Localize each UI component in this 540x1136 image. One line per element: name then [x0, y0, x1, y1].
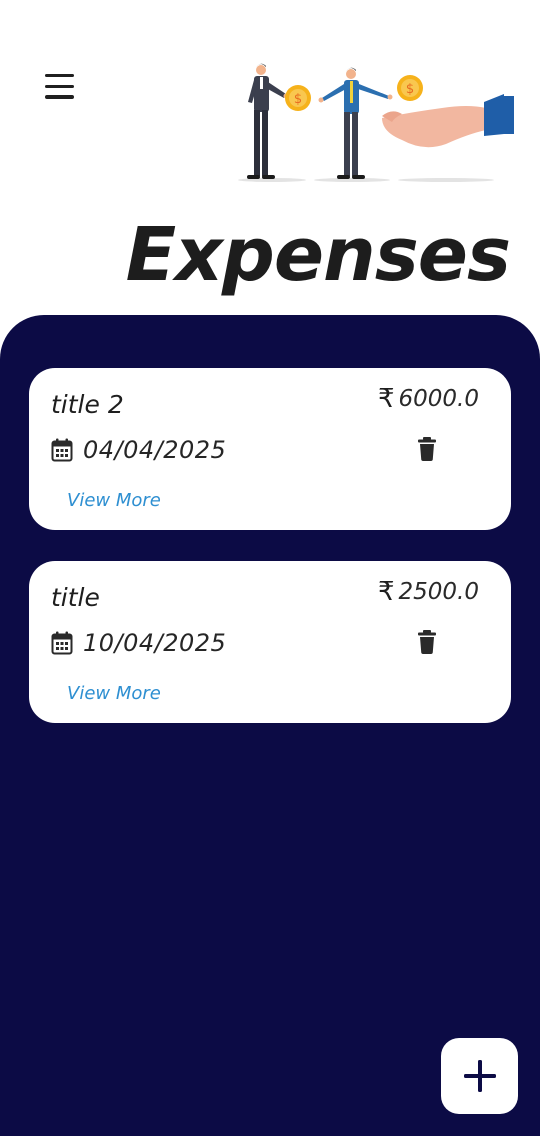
date-text: 04/04/2025 — [83, 436, 227, 464]
calendar-icon — [51, 631, 73, 655]
amount-value: 2500.0 — [398, 579, 479, 605]
business-people-exchanging-money-illustration: $ $ — [238, 63, 514, 182]
expense-date: 04/04/2025 — [51, 436, 226, 464]
expense-date: 10/04/2025 — [51, 629, 226, 657]
menu-button[interactable] — [45, 74, 77, 102]
svg-text:$: $ — [294, 92, 302, 107]
page-title: Expenses — [125, 212, 511, 298]
expense-title: title 2 — [51, 390, 124, 419]
trash-icon — [418, 630, 436, 654]
trash-icon — [418, 437, 436, 461]
view-more-link[interactable]: View More — [67, 490, 161, 511]
plus-icon — [463, 1060, 496, 1092]
delete-button[interactable] — [417, 437, 437, 461]
expense-amount: ₹ 6000.0 — [378, 384, 479, 414]
date-text: 10/04/2025 — [83, 629, 227, 657]
add-expense-button[interactable] — [441, 1038, 518, 1114]
calendar-icon — [51, 438, 73, 462]
expense-title: title — [51, 583, 100, 612]
amount-value: 6000.0 — [398, 386, 479, 412]
expense-card[interactable]: title ₹ 2500.0 10/04/2025 View More — [29, 561, 511, 723]
rupee-icon: ₹ — [377, 384, 395, 414]
hamburger-menu-icon — [45, 74, 74, 78]
svg-text:$: $ — [406, 82, 414, 97]
delete-button[interactable] — [417, 630, 437, 654]
expense-card[interactable]: title 2 ₹ 6000.0 04/04/2025 View More — [29, 368, 511, 530]
view-more-link[interactable]: View More — [67, 683, 161, 704]
rupee-icon: ₹ — [377, 577, 395, 607]
expense-amount: ₹ 2500.0 — [378, 577, 479, 607]
